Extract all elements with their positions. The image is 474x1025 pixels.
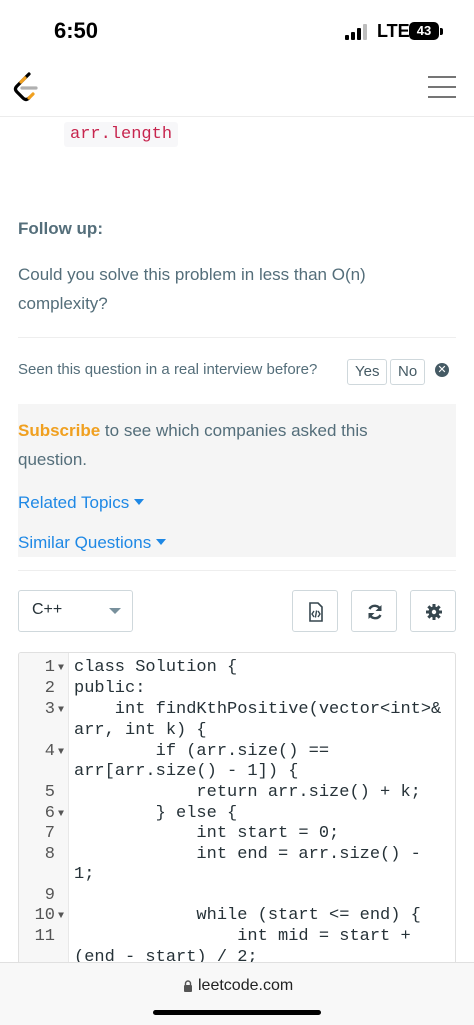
chevron-down-icon bbox=[109, 608, 121, 614]
reset-code-button[interactable] bbox=[351, 590, 397, 632]
code-line: arr, int k) { bbox=[74, 721, 207, 740]
followup-text: Could you solve this problem in less tha… bbox=[18, 265, 366, 313]
similar-questions-toggle[interactable]: Similar Questions bbox=[18, 533, 167, 553]
fold-arrow-icon[interactable]: ▼ bbox=[58, 911, 64, 922]
code-line: class Solution { bbox=[74, 658, 238, 677]
home-indicator[interactable] bbox=[153, 1010, 321, 1015]
related-topics-toggle[interactable]: Related Topics bbox=[18, 493, 145, 513]
caret-down-icon bbox=[156, 539, 167, 545]
code-line: return arr.size() + k; bbox=[74, 783, 421, 802]
code-file-icon bbox=[309, 602, 323, 622]
line-number: 3 bbox=[44, 700, 55, 719]
refresh-icon bbox=[368, 604, 382, 620]
line-number: 9 bbox=[44, 886, 55, 905]
line-number: 6 bbox=[44, 804, 55, 823]
yes-button[interactable]: Yes bbox=[347, 359, 388, 385]
line-number: 10 bbox=[34, 906, 55, 925]
fold-arrow-icon[interactable]: ▼ bbox=[58, 705, 64, 716]
fold-arrow-icon[interactable]: ▼ bbox=[58, 809, 64, 820]
battery-nub bbox=[440, 28, 443, 35]
followup-heading: Follow up: bbox=[18, 219, 103, 238]
lock-icon bbox=[184, 980, 192, 992]
related-topics-label: Related Topics bbox=[18, 493, 130, 512]
code-line: arr[arr.size() - 1]) { bbox=[74, 762, 299, 781]
gear-icon bbox=[426, 604, 442, 620]
code-line: 1; bbox=[74, 865, 95, 884]
line-number: 11 bbox=[34, 927, 55, 946]
browser-url-bar[interactable]: leetcode.com bbox=[0, 962, 474, 1025]
language-value: C++ bbox=[32, 601, 63, 618]
subscribe-text: Subscribe to see which companies asked t… bbox=[18, 416, 438, 474]
subscribe-link[interactable]: Subscribe bbox=[18, 421, 100, 440]
close-icon[interactable]: ✕ bbox=[435, 363, 449, 377]
line-number: 2 bbox=[44, 679, 55, 698]
network-label: LTE bbox=[377, 21, 410, 41]
line-number: 5 bbox=[44, 783, 55, 802]
hamburger-menu-icon[interactable] bbox=[428, 76, 456, 98]
caret-down-icon bbox=[134, 499, 145, 505]
no-button[interactable]: No bbox=[390, 359, 426, 385]
fold-arrow-icon[interactable]: ▼ bbox=[58, 747, 64, 758]
code-line: } else { bbox=[74, 804, 238, 823]
code-file-button[interactable] bbox=[292, 590, 338, 632]
code-line: int start = 0; bbox=[74, 824, 340, 843]
line-number: 8 bbox=[44, 845, 55, 864]
divider bbox=[18, 337, 456, 338]
line-number: 7 bbox=[44, 824, 55, 843]
app-header bbox=[0, 62, 474, 117]
similar-questions-label: Similar Questions bbox=[18, 533, 152, 552]
fold-arrow-icon[interactable]: ▼ bbox=[58, 663, 64, 674]
divider bbox=[18, 570, 456, 571]
battery-icon: 43 bbox=[409, 22, 439, 40]
code-line: int mid = start + bbox=[74, 927, 411, 946]
signal-icon bbox=[345, 24, 371, 40]
settings-button[interactable] bbox=[410, 590, 456, 632]
status-bar: 6:50 LTE 43 bbox=[0, 0, 474, 62]
code-line: public: bbox=[74, 679, 146, 698]
leetcode-logo-icon[interactable] bbox=[12, 72, 40, 102]
line-number: 4 bbox=[44, 742, 55, 761]
seen-question-text: Seen this question in a real interview b… bbox=[18, 361, 318, 378]
language-select[interactable]: C++ bbox=[18, 590, 133, 632]
url-text: leetcode.com bbox=[198, 977, 294, 994]
code-line: while (start <= end) { bbox=[74, 906, 421, 925]
code-line: if (arr.size() == bbox=[74, 742, 330, 761]
code-chip: arr.length bbox=[64, 122, 179, 147]
line-number: 1 bbox=[44, 658, 55, 677]
status-time: 6:50 bbox=[54, 18, 99, 43]
code-line: int findKthPositive(vector<int>& bbox=[74, 700, 442, 719]
code-line: int end = arr.size() - bbox=[74, 845, 421, 864]
